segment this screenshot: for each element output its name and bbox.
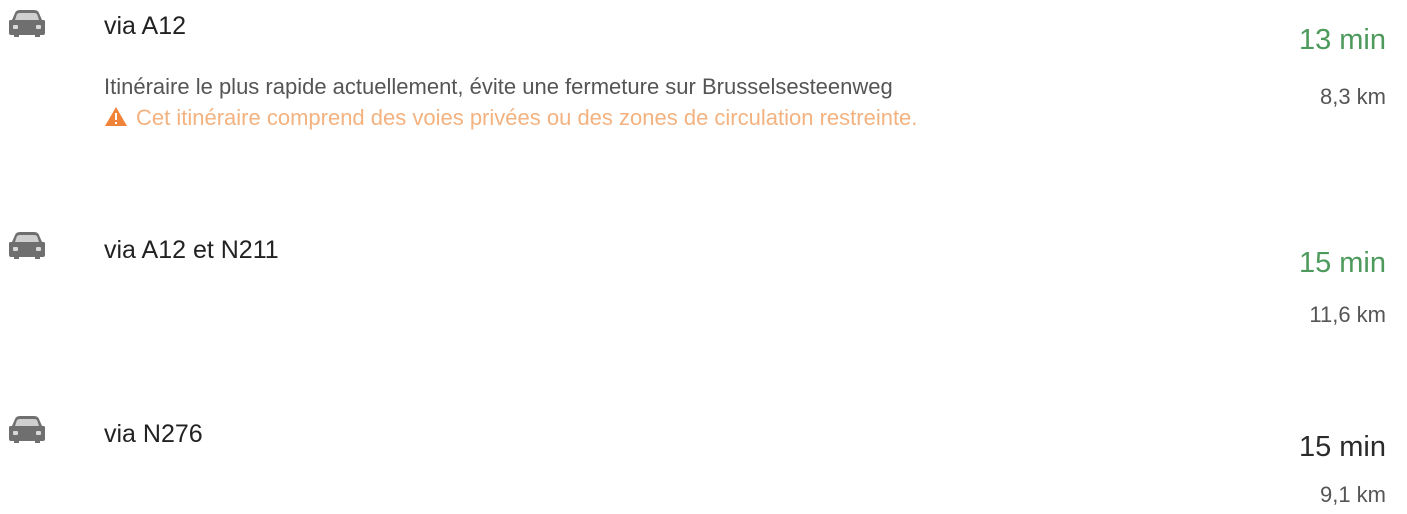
route-option[interactable]: via N276 15 min 9,1 km: [0, 400, 1407, 514]
route-time: 13 min: [1298, 24, 1386, 56]
route-title: via A12 et N211: [104, 236, 279, 264]
car-icon: [9, 10, 45, 37]
route-option[interactable]: via A12 Itinéraire le plus rapide actuel…: [0, 0, 1407, 170]
route-title: via A12: [104, 12, 187, 40]
route-distance: 9,1 km: [1319, 482, 1386, 507]
route-time: 15 min: [1298, 431, 1386, 463]
route-title: via N276: [104, 420, 203, 448]
route-distance: 8,3 km: [1319, 84, 1386, 109]
route-time: 15 min: [1298, 247, 1386, 279]
route-warning-text: Cet itinéraire comprend des voies privée…: [136, 105, 918, 130]
route-option[interactable]: via A12 et N211 15 min 11,6 km: [0, 218, 1407, 338]
car-icon: [9, 416, 45, 443]
route-description: Itinéraire le plus rapide actuellement, …: [104, 74, 893, 99]
warning-triangle-icon: [105, 107, 127, 126]
route-distance: 11,6 km: [1309, 302, 1386, 327]
car-icon: [9, 232, 45, 259]
route-warning: Cet itinéraire comprend des voies privée…: [104, 105, 917, 131]
